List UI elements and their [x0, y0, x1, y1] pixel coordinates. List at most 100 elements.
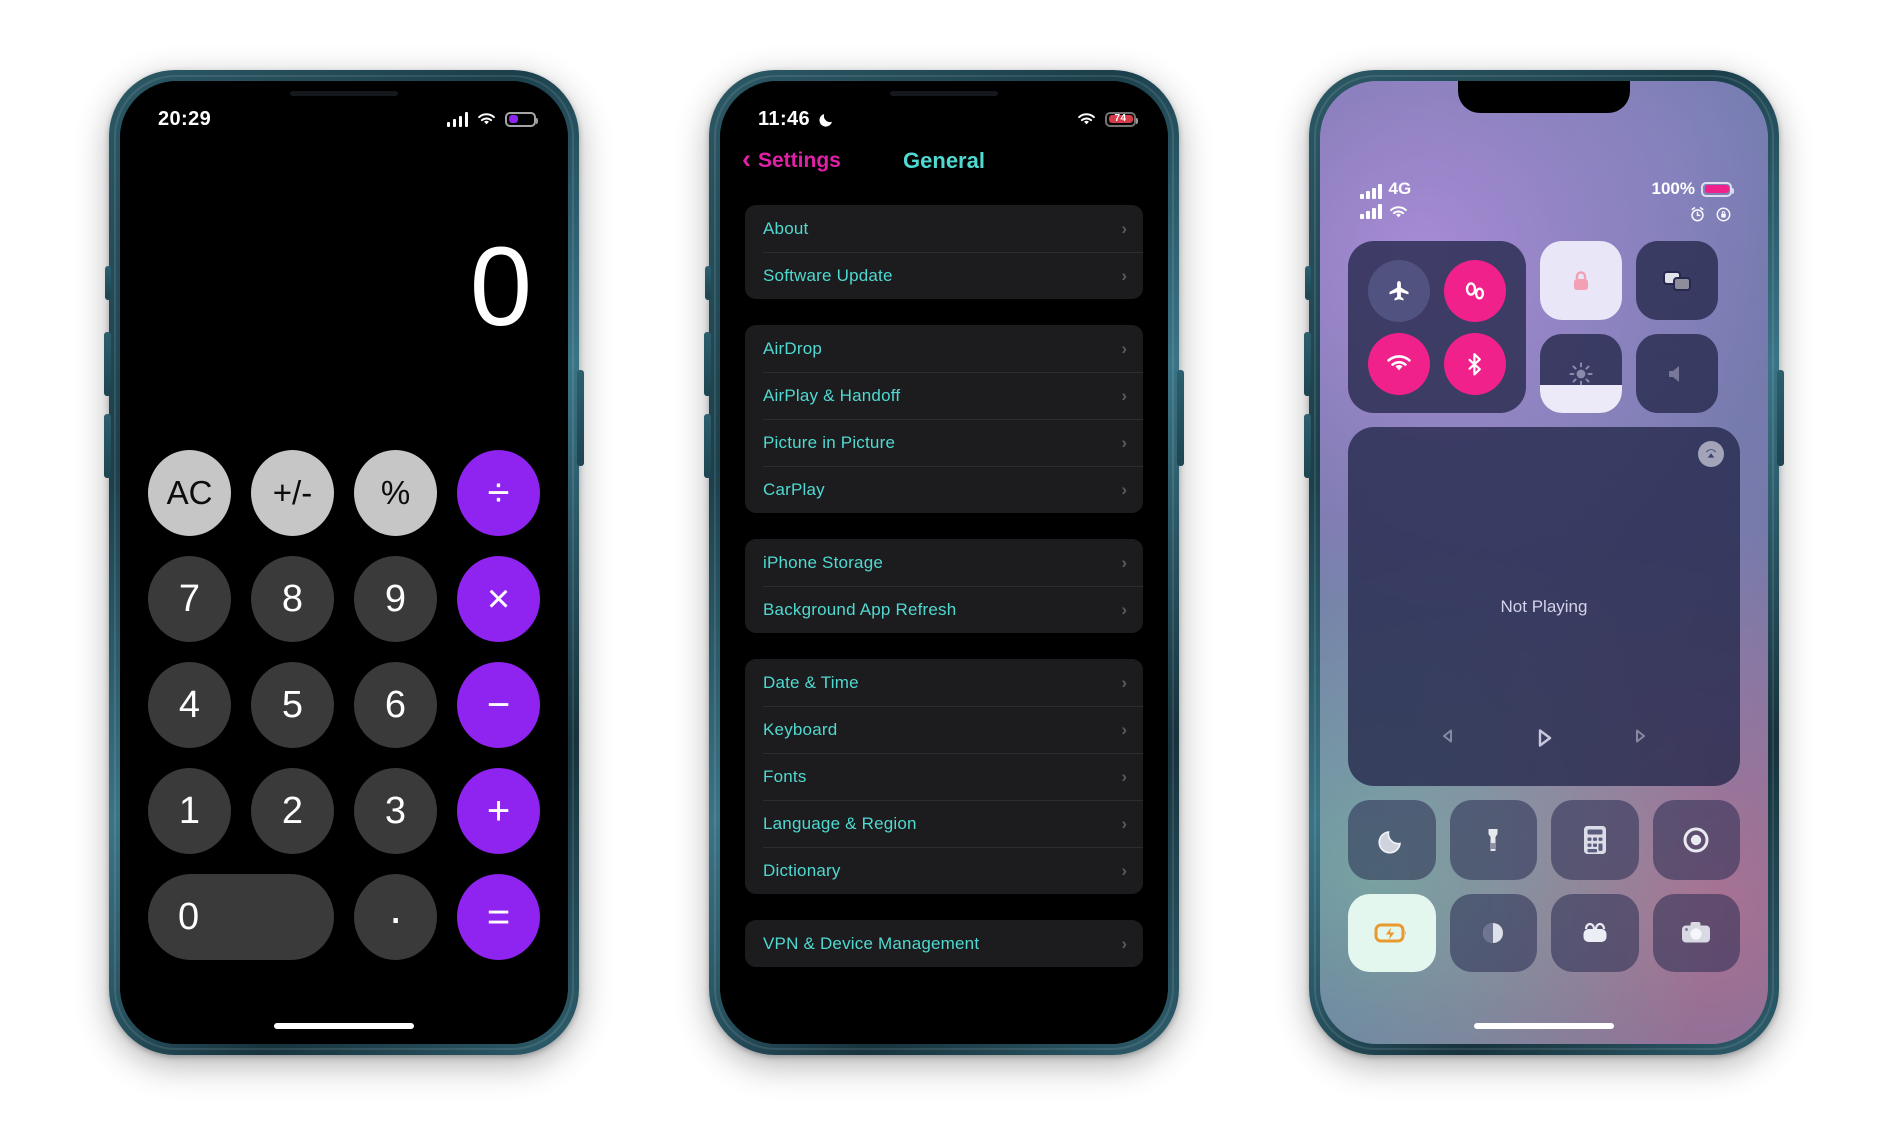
rotation-lock-icon: [1715, 206, 1732, 223]
power-button[interactable]: [1777, 370, 1784, 466]
status-time: 11:46: [758, 107, 811, 130]
mute-switch[interactable]: [1305, 266, 1311, 300]
settings-row-date-time[interactable]: Date & Time ›: [745, 659, 1143, 706]
digit-5-key[interactable]: 5: [251, 662, 334, 748]
focus-dnd-button[interactable]: [1348, 800, 1436, 880]
digit-1-key[interactable]: 1: [148, 768, 231, 854]
control-center-top-row: [1348, 241, 1740, 413]
play-button[interactable]: [1532, 726, 1556, 750]
previous-track-button[interactable]: [1437, 726, 1457, 750]
mute-switch[interactable]: [705, 266, 711, 300]
screen-mirroring-button[interactable]: [1636, 241, 1718, 320]
airplay-icon[interactable]: [1698, 441, 1724, 467]
volume-down-button[interactable]: [704, 414, 711, 478]
calculator-keypad: AC +/- % ÷ 7 8 9 × 4 5 6 − 1 2 3 + 0 · =: [120, 361, 568, 1044]
low-power-mode-button[interactable]: [1348, 894, 1436, 972]
settings-row-software-update[interactable]: Software Update ›: [745, 252, 1143, 299]
digit-8-key[interactable]: 8: [251, 556, 334, 642]
digit-6-key[interactable]: 6: [354, 662, 437, 748]
phone-screen: 4G 100% Not Playing: [1320, 81, 1768, 1044]
settings-row-vpn-device-management[interactable]: VPN & Device Management ›: [745, 920, 1143, 967]
back-button[interactable]: ‹ Settings: [742, 146, 841, 173]
media-playback-module[interactable]: Not Playing: [1348, 427, 1740, 786]
minus-key[interactable]: −: [457, 662, 540, 748]
settings-row-keyboard[interactable]: Keyboard ›: [745, 706, 1143, 753]
settings-row-picture-in-picture[interactable]: Picture in Picture ›: [745, 419, 1143, 466]
speaker-slit: [290, 91, 398, 96]
media-controls: [1348, 726, 1740, 750]
battery-percent-label: 100%: [1651, 179, 1695, 198]
control-center-body: Not Playing: [1348, 241, 1740, 972]
digit-2-key[interactable]: 2: [251, 768, 334, 854]
settings-row-background-app-refresh[interactable]: Background App Refresh ›: [745, 586, 1143, 633]
volume-up-button[interactable]: [104, 332, 111, 396]
digit-4-key[interactable]: 4: [148, 662, 231, 748]
screen-record-button[interactable]: [1652, 800, 1740, 880]
settings-row-label: Keyboard: [763, 719, 838, 739]
volume-down-button[interactable]: [104, 414, 111, 478]
settings-group: VPN & Device Management ›: [745, 920, 1143, 967]
settings-row-language-region[interactable]: Language & Region ›: [745, 800, 1143, 847]
network-type-label: 4G: [1388, 179, 1412, 198]
equals-key[interactable]: =: [457, 874, 540, 960]
divide-key[interactable]: ÷: [457, 450, 540, 536]
power-button[interactable]: [577, 370, 584, 466]
plus-key[interactable]: +: [457, 768, 540, 854]
status-time: 20:29: [158, 107, 212, 130]
digit-3-key[interactable]: 3: [354, 768, 437, 854]
chevron-right-icon: ›: [1121, 933, 1127, 953]
keypad-row: AC +/- % ÷: [148, 450, 540, 536]
settings-row-dictionary[interactable]: Dictionary ›: [745, 847, 1143, 894]
settings-row-airplay-handoff[interactable]: AirPlay & Handoff ›: [745, 372, 1143, 419]
phone-calculator: 20:29 0 AC +/- % ÷ 7 8 9 × 4 5 6 − 1 2 3…: [104, 70, 584, 1055]
mute-switch[interactable]: [105, 266, 111, 300]
notch: [1458, 81, 1630, 113]
settings-row-label: Date & Time: [763, 672, 859, 692]
percent-key[interactable]: %: [354, 450, 437, 536]
decimal-point-key[interactable]: ·: [354, 874, 438, 960]
digit-7-key[interactable]: 7: [148, 556, 231, 642]
wifi-icon: [1077, 112, 1096, 126]
settings-row-fonts[interactable]: Fonts ›: [745, 753, 1143, 800]
airplane-mode-toggle[interactable]: [1368, 259, 1430, 322]
digit-0-key[interactable]: 0: [148, 874, 335, 960]
next-track-button[interactable]: [1631, 726, 1651, 750]
volume-up-button[interactable]: [1304, 332, 1311, 396]
settings-list[interactable]: About › Software Update › AirDrop › AirP…: [720, 189, 1168, 1044]
all-clear-key[interactable]: AC: [148, 450, 231, 536]
camera-button[interactable]: [1652, 894, 1740, 972]
settings-row-label: Fonts: [763, 766, 807, 786]
flashlight-button[interactable]: [1449, 800, 1537, 880]
chevron-right-icon: ›: [1121, 766, 1127, 786]
volume-slider[interactable]: [1636, 334, 1718, 413]
settings-row-carplay[interactable]: CarPlay ›: [745, 466, 1143, 513]
wallet-button[interactable]: [1551, 894, 1639, 972]
battery-level-text: 74: [1114, 113, 1127, 124]
back-button-label: Settings: [758, 149, 841, 172]
settings-row-about[interactable]: About ›: [745, 205, 1143, 252]
home-indicator[interactable]: [1474, 1023, 1614, 1029]
multiply-key[interactable]: ×: [457, 556, 540, 642]
cellular-bars-icon: [446, 111, 468, 127]
settings-row-iphone-storage[interactable]: iPhone Storage ›: [745, 539, 1143, 586]
wifi-toggle[interactable]: [1368, 332, 1430, 395]
digit-9-key[interactable]: 9: [354, 556, 437, 642]
cellular-data-toggle[interactable]: [1444, 259, 1506, 322]
bluetooth-toggle[interactable]: [1444, 332, 1506, 395]
orientation-lock-toggle[interactable]: [1540, 241, 1622, 320]
sign-toggle-key[interactable]: +/-: [251, 450, 334, 536]
settings-row-label: AirDrop: [763, 338, 823, 358]
brightness-slider[interactable]: [1540, 334, 1622, 413]
power-button[interactable]: [1177, 370, 1184, 466]
phone-screen: 11:46 74 ‹ Settings General About › Soft…: [720, 81, 1168, 1044]
dark-mode-button[interactable]: [1449, 894, 1537, 972]
volume-down-button[interactable]: [1304, 414, 1311, 478]
settings-row-airdrop[interactable]: AirDrop ›: [745, 325, 1143, 372]
calculator-button[interactable]: [1551, 800, 1639, 880]
settings-row-label: AirPlay & Handoff: [763, 385, 901, 405]
volume-up-button[interactable]: [704, 332, 711, 396]
settings-row-label: Dictionary: [763, 860, 841, 880]
settings-row-label: Software Update: [763, 265, 893, 285]
chevron-right-icon: ›: [1121, 338, 1127, 358]
home-indicator[interactable]: [274, 1023, 414, 1029]
